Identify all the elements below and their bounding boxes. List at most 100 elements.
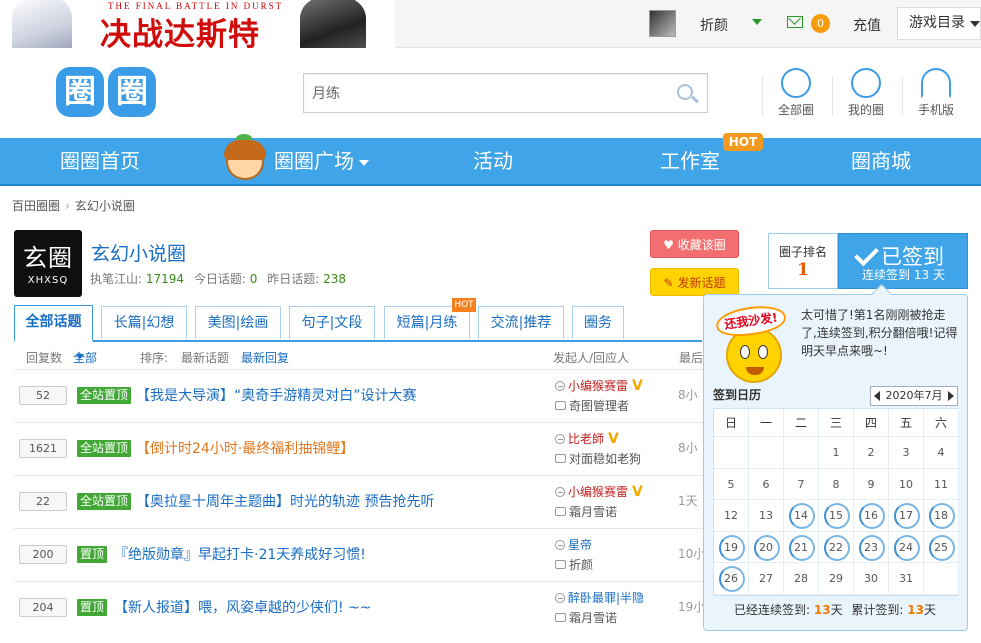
- calendar-day: 24: [889, 531, 924, 564]
- signed-in-button[interactable]: 已签到 连续签到 13 天: [838, 233, 968, 289]
- filter-all-dropdown[interactable]: 全部: [73, 349, 97, 365]
- logo-char-1: 圈: [63, 72, 96, 110]
- calendar-day: 30: [854, 563, 889, 595]
- calendar-grid: 日一二三四五六 1 2 3 4 5 6 7 8 9 10 11 12 13 14 15 16 17 18 19 20 21…: [713, 408, 959, 596]
- game-banner[interactable]: THE FINAL BATTLE IN DURST 决战达斯特: [0, 0, 395, 48]
- recharge-link[interactable]: 充值: [853, 15, 881, 35]
- comment-icon: [555, 507, 566, 516]
- tab-sentences[interactable]: 句子|文段: [289, 306, 375, 339]
- table-row[interactable]: 22 全站置顶 【奥拉星十周年主题曲】时光的轨迹 预告抢先听 小编猴赛雷 V 霜月…: [14, 475, 704, 528]
- last-reply-time: 8小: [678, 388, 698, 402]
- user-menu-caret-icon[interactable]: [752, 19, 762, 25]
- prev-month-icon[interactable]: [874, 391, 880, 401]
- table-row[interactable]: 1621 全站置顶 【倒计时24小时·最终福利抽锦鲤】 比老師 V 对面稳如老狗 …: [14, 422, 704, 475]
- topic-replier[interactable]: 奇图管理者: [569, 399, 629, 413]
- new-topic-label: 发新话题: [677, 276, 726, 290]
- mobile-version-button[interactable]: 手机版: [906, 68, 966, 120]
- all-circles-label: 全部圈: [777, 103, 814, 117]
- tab-long-fantasy[interactable]: 长篇|幻想: [101, 306, 187, 339]
- calendar-day: 26: [714, 563, 749, 595]
- weekday-header: 六: [924, 409, 959, 437]
- month-selector: 2020年7月: [870, 386, 958, 406]
- breadcrumb-current[interactable]: 玄幻小说圈: [75, 199, 135, 213]
- owner-value: 17194: [145, 272, 185, 286]
- topic-author[interactable]: 星帝: [568, 538, 592, 552]
- new-topic-button[interactable]: ✎ 发新话题: [650, 268, 739, 296]
- vip-badge: V: [608, 431, 619, 447]
- topic-title[interactable]: 『绝版勋章』早起打卡·21天养成好习惯!: [114, 544, 366, 564]
- sticker-text: 还我沙发!: [714, 302, 788, 340]
- nav-mall[interactable]: 圈商城: [851, 138, 911, 186]
- tab-admin[interactable]: 圈务: [572, 306, 624, 339]
- group-rank: 圈子排名 1: [768, 233, 838, 289]
- replies-header: 回复数: [26, 351, 63, 365]
- today-label: 今日话题:: [193, 272, 246, 286]
- vip-badge: V: [632, 484, 643, 500]
- calendar-day: 15: [819, 500, 854, 532]
- topic-replier[interactable]: 霜月雪诺: [569, 611, 617, 625]
- mail-icon[interactable]: [787, 16, 803, 28]
- my-circles-button[interactable]: 我的圈: [836, 68, 896, 120]
- topic-author[interactable]: 醉卧最罪|半隐: [568, 591, 644, 605]
- username-link[interactable]: 折颜: [700, 15, 728, 35]
- logo-char-2: 圈: [115, 72, 148, 110]
- nav-activity[interactable]: 活动: [473, 138, 513, 186]
- sort-label: 排序:: [140, 351, 169, 365]
- comment-icon: [555, 401, 566, 410]
- topic-author[interactable]: 小编猴赛雷: [568, 379, 628, 393]
- wifi-icon: [921, 68, 951, 98]
- group-title[interactable]: 玄幻小说圈: [91, 239, 186, 266]
- topic-replier[interactable]: 对面稳如老狗: [569, 452, 641, 466]
- site-logo[interactable]: 圈 圈: [56, 67, 159, 119]
- weekday-header: 二: [784, 409, 819, 437]
- table-row[interactable]: 52 全站置顶 【我是大导演】“奥奇手游精灵对白”设计大赛 小编猴赛雷 V 奇图管…: [14, 369, 704, 422]
- calendar-day: 7: [784, 468, 819, 501]
- calendar-day: 23: [854, 531, 889, 564]
- breadcrumb-home[interactable]: 百田圈圈: [12, 199, 60, 213]
- games-menu-dropdown[interactable]: 游戏目录: [897, 7, 981, 40]
- calendar-empty-cell: [784, 437, 819, 469]
- search-icon[interactable]: [677, 84, 693, 100]
- table-row[interactable]: 200 置顶 『绝版勋章』早起打卡·21天养成好习惯! 星帝 折颜 10小: [14, 528, 705, 581]
- topic-author[interactable]: 比老師: [568, 432, 604, 446]
- hot-badge: HOT: [723, 133, 763, 151]
- group-avatar: 玄圈 XHXSQ: [14, 230, 82, 297]
- topic-title[interactable]: 【新人报道】喂，风姿卓越的少侠们! ~~: [114, 597, 372, 617]
- mascot-icon: [222, 134, 270, 184]
- owner-label: 执笔江山:: [90, 272, 143, 286]
- topic-title[interactable]: 【我是大导演】“奥奇手游精灵对白”设计大赛: [136, 385, 417, 405]
- topic-replier[interactable]: 霜月雪诺: [569, 505, 617, 519]
- sort-latest-topic[interactable]: 最新话题: [181, 349, 229, 366]
- tab-exchange[interactable]: 交流|推荐: [478, 306, 564, 339]
- topic-replier[interactable]: 折颜: [569, 558, 593, 572]
- table-row[interactable]: 204 置顶 【新人报道】喂，风姿卓越的少侠们! ~~ 醉卧最罪|半隐 霜月雪诺…: [14, 581, 705, 634]
- comment-icon: [555, 560, 566, 569]
- heart-icon: ♥: [663, 238, 674, 252]
- calendar-day: 31: [889, 563, 924, 595]
- user-avatar[interactable]: [649, 10, 676, 37]
- tab-art[interactable]: 美图|绘画: [195, 306, 281, 339]
- nav-home[interactable]: 圈圈首页: [60, 138, 140, 186]
- nav-square[interactable]: 圈圈广场: [274, 138, 369, 186]
- calendar-day: 21: [784, 531, 819, 564]
- topic-author[interactable]: 小编猴赛雷: [568, 485, 628, 499]
- tab-all-topics[interactable]: 全部话题: [14, 305, 93, 342]
- calendar-day: 2: [854, 437, 889, 469]
- sort-latest-reply[interactable]: 最新回复: [241, 349, 289, 366]
- next-month-icon[interactable]: [948, 391, 954, 401]
- search-input[interactable]: [304, 74, 644, 112]
- streak-value: 13: [813, 603, 831, 617]
- topic-title[interactable]: 【奥拉星十周年主题曲】时光的轨迹 预告抢先听: [136, 491, 434, 511]
- favorite-group-button[interactable]: ♥ 收藏该圈: [650, 230, 739, 258]
- group-avatar-code: XHXSQ: [27, 275, 69, 286]
- chevron-right-icon: ›: [65, 199, 70, 213]
- topic-title[interactable]: 【倒计时24小时·最终福利抽锦鲤】: [136, 438, 354, 458]
- header-divider: [832, 76, 833, 116]
- all-circles-button[interactable]: 全部圈: [766, 68, 826, 120]
- calendar-day: 18: [924, 500, 959, 532]
- nav-studio[interactable]: 工作室: [660, 138, 720, 186]
- calendar-day: 8: [819, 468, 854, 501]
- yesterday-label: 昨日话题:: [267, 272, 320, 286]
- calendar-day: 19: [714, 531, 749, 564]
- weekday-header: 五: [889, 409, 924, 437]
